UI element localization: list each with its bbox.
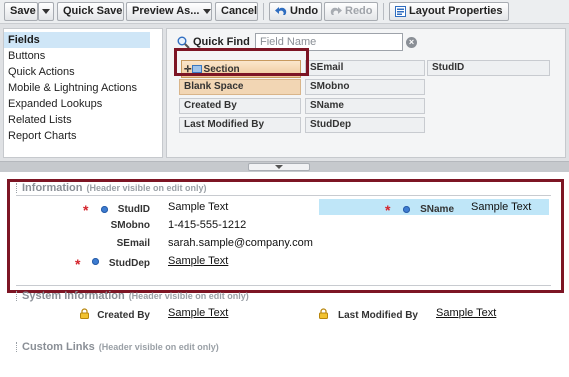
- field-tile-semail[interactable]: SEmail: [305, 60, 425, 76]
- field-tile-created-by[interactable]: Created By: [179, 98, 301, 114]
- field-value-studid[interactable]: Sample Text: [168, 201, 228, 213]
- preview-as-button[interactable]: Preview As...: [126, 2, 212, 21]
- category-related-lists[interactable]: Related Lists: [4, 112, 162, 128]
- section-note: (Header visible on edit only): [98, 342, 219, 352]
- chevron-down-icon: [202, 8, 211, 14]
- field-label-semail: SEmail: [116, 238, 150, 249]
- field-tile-last-modified-by[interactable]: Last Modified By: [179, 117, 301, 133]
- field-tile-studid[interactable]: StudID: [427, 60, 550, 76]
- section-divider: [16, 195, 551, 196]
- quick-save-button[interactable]: Quick Save: [57, 2, 124, 21]
- chevron-down-icon: [275, 165, 283, 169]
- required-dot-icon: [403, 206, 410, 213]
- palette-field-area: Quick Find × ✛ Section Blank Space Create…: [166, 28, 566, 158]
- field-label-studdep: StudDep: [108, 258, 150, 269]
- search-icon: [177, 36, 190, 49]
- section-note: (Header visible on edit only): [128, 291, 249, 301]
- redo-button[interactable]: Redo: [324, 2, 378, 21]
- drag-handle-icon: [16, 342, 18, 353]
- required-dot-icon: [92, 258, 99, 265]
- quick-find-label: Quick Find: [193, 36, 250, 48]
- layout-properties-label: Layout Properties: [409, 5, 503, 17]
- preview-as-label: Preview As...: [132, 5, 200, 17]
- section-divider: [16, 285, 551, 286]
- clear-icon[interactable]: ×: [406, 37, 417, 48]
- field-label-studid: StudID: [117, 204, 150, 215]
- redo-label: Redo: [345, 5, 373, 17]
- field-label-sname: SName: [420, 204, 454, 215]
- section-header-information[interactable]: Information (Header visible on edit only): [16, 182, 207, 194]
- lock-icon: [319, 308, 328, 319]
- field-value-sname[interactable]: Sample Text: [471, 201, 531, 213]
- category-buttons[interactable]: Buttons: [4, 48, 162, 64]
- palette-category-list: Fields Buttons Quick Actions Mobile & Li…: [3, 28, 163, 158]
- field-label-created-by: Created By: [97, 310, 150, 321]
- category-mobile-lightning-actions[interactable]: Mobile & Lightning Actions: [4, 80, 162, 96]
- undo-icon: [275, 6, 287, 15]
- section-title: Information: [22, 182, 83, 194]
- information-section-highlight: [7, 179, 564, 293]
- field-tile-label: Section: [203, 64, 240, 75]
- drag-handle-icon: [16, 291, 18, 302]
- required-marker: *: [83, 202, 89, 218]
- field-tile-smobno[interactable]: SMobno: [305, 79, 425, 95]
- save-dropdown-button[interactable]: [38, 2, 54, 21]
- toolbar: Save Quick Save Preview As... Cancel Und…: [0, 0, 569, 24]
- section-icon: [191, 65, 202, 74]
- required-marker: *: [385, 202, 391, 218]
- category-report-charts[interactable]: Report Charts: [4, 128, 162, 144]
- field-value-last-modified-by[interactable]: Sample Text: [436, 307, 496, 319]
- category-fields[interactable]: Fields: [4, 32, 150, 48]
- palette: Fields Buttons Quick Actions Mobile & Li…: [0, 24, 569, 162]
- category-quick-actions[interactable]: Quick Actions: [4, 64, 162, 80]
- lock-icon: [80, 308, 89, 319]
- field-value-smobno[interactable]: 1-415-555-1212: [168, 219, 246, 231]
- drag-arrow-icon: ✛: [184, 64, 192, 74]
- undo-button[interactable]: Undo: [269, 2, 322, 21]
- layout-properties-icon: [395, 5, 406, 17]
- redo-icon: [330, 6, 342, 15]
- collapse-palette-handle[interactable]: [248, 163, 310, 171]
- drag-handle-icon: [16, 183, 18, 194]
- cancel-button[interactable]: Cancel: [215, 2, 258, 21]
- field-value-semail[interactable]: sarah.sample@company.com: [168, 237, 313, 249]
- layout-properties-button[interactable]: Layout Properties: [389, 2, 509, 21]
- chevron-down-icon: [42, 8, 50, 14]
- required-marker: *: [75, 256, 81, 272]
- section-header-system-information[interactable]: System Information (Header visible on edi…: [16, 290, 249, 302]
- toolbar-divider: [263, 3, 264, 20]
- toolbar-divider: [383, 3, 384, 20]
- field-tile-studdep[interactable]: StudDep: [305, 117, 425, 133]
- field-value-created-by[interactable]: Sample Text: [168, 307, 228, 319]
- section-title: System Information: [22, 290, 125, 302]
- save-button[interactable]: Save: [4, 2, 38, 21]
- required-dot-icon: [101, 206, 108, 213]
- category-expanded-lookups[interactable]: Expanded Lookups: [4, 96, 162, 112]
- field-tile-sname[interactable]: SName: [305, 98, 425, 114]
- field-tile-section[interactable]: ✛ Section: [181, 60, 301, 78]
- field-tile-blank-space[interactable]: Blank Space: [179, 79, 301, 95]
- section-title: Custom Links: [22, 341, 95, 353]
- quick-find-input[interactable]: [255, 33, 403, 51]
- palette-splitter[interactable]: [0, 162, 569, 172]
- field-value-studdep[interactable]: Sample Text: [168, 255, 228, 267]
- section-header-custom-links[interactable]: Custom Links (Header visible on edit only…: [16, 341, 219, 353]
- section-note: (Header visible on edit only): [86, 183, 207, 193]
- undo-label: Undo: [290, 5, 319, 17]
- field-label-smobno: SMobno: [110, 220, 150, 231]
- quick-find: Quick Find: [177, 31, 250, 53]
- field-label-last-modified-by: Last Modified By: [337, 310, 418, 321]
